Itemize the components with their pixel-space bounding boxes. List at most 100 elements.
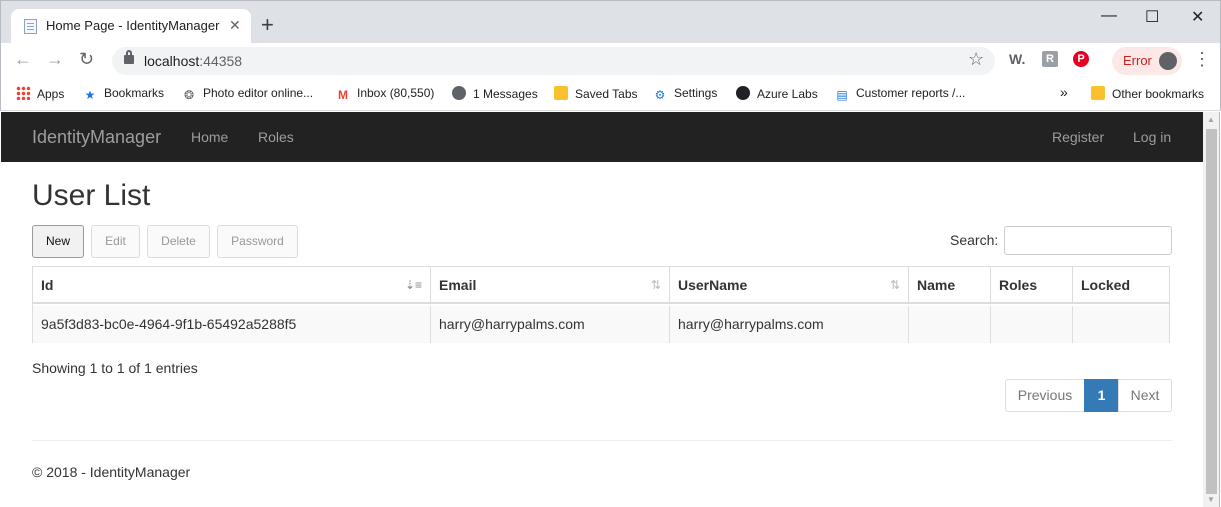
bookmark-label: Customer reports /... xyxy=(856,86,966,100)
footer-divider xyxy=(32,440,1172,441)
new-button[interactable]: New xyxy=(32,225,84,258)
apps-grid-icon xyxy=(16,86,30,100)
cell-locked[interactable] xyxy=(1073,306,1169,343)
edit-button[interactable]: Edit xyxy=(91,225,140,258)
extension-w-icon[interactable]: W. xyxy=(1009,51,1025,67)
bookmark-photo-editor[interactable]: ❂ Photo editor online... xyxy=(182,86,313,102)
column-header-id[interactable]: Id ⇣≡ xyxy=(33,267,431,304)
folder-icon xyxy=(554,86,568,100)
browser-tab-strip: Home Page - IdentityManager ✕ + — ☐ ✕ xyxy=(0,0,1221,44)
url-text[interactable]: localhost:44358 xyxy=(144,53,242,69)
pinterest-icon[interactable]: P xyxy=(1073,51,1089,67)
forward-icon[interactable]: → xyxy=(46,49,64,70)
extension-r-icon[interactable]: R xyxy=(1042,51,1058,67)
report-icon: ▤ xyxy=(836,88,848,102)
browser-tab[interactable]: Home Page - IdentityManager ✕ xyxy=(11,9,251,44)
profile-error-chip[interactable]: Error xyxy=(1112,47,1182,75)
bookmark-azure-labs[interactable]: Azure Labs xyxy=(736,86,818,101)
bookmark-star-icon[interactable]: ☆ xyxy=(968,49,984,70)
sort-icon: ⇅ xyxy=(650,278,661,292)
table-info: Showing 1 to 1 of 1 entries xyxy=(32,360,198,376)
user-table: Id ⇣≡ Email ⇅ UserName ⇅ Name Roles Locked … xyxy=(32,266,1170,343)
maximize-icon[interactable]: ☐ xyxy=(1145,7,1159,27)
bookmark-other[interactable]: Other bookmarks xyxy=(1091,86,1204,101)
bookmark-apps[interactable]: Apps xyxy=(16,86,64,101)
bookmark-label: 1 Messages xyxy=(473,87,538,101)
globe-icon xyxy=(452,86,466,100)
bookmark-label: Inbox (80,550) xyxy=(357,86,435,100)
url-host: localhost xyxy=(144,53,200,69)
close-window-icon[interactable]: ✕ xyxy=(1191,7,1204,27)
star-icon: ★ xyxy=(84,88,96,102)
site-navbar: IdentityManager Home Roles Register Log … xyxy=(1,112,1203,162)
bookmark-messages[interactable]: 1 Messages xyxy=(452,86,538,101)
sort-ascending-icon: ⇣≡ xyxy=(404,278,422,292)
cell-username[interactable]: harry@harrypalms.com xyxy=(670,306,909,343)
avatar-icon xyxy=(1159,52,1177,70)
nav-link-register[interactable]: Register xyxy=(1052,129,1104,145)
reload-icon[interactable]: ↻ xyxy=(79,49,94,70)
github-icon xyxy=(736,86,750,100)
delete-button[interactable]: Delete xyxy=(147,225,210,258)
header-label: Id xyxy=(41,277,54,293)
scroll-up-icon[interactable]: ▲ xyxy=(1207,115,1215,124)
search-label: Search: xyxy=(950,232,999,248)
scroll-down-icon[interactable]: ▼ xyxy=(1207,495,1215,504)
url-port: :44358 xyxy=(199,53,243,69)
bookmarks-overflow-icon[interactable]: » xyxy=(1060,84,1068,100)
minimize-icon[interactable]: — xyxy=(1101,7,1117,25)
gear-icon: ⚙ xyxy=(654,88,666,102)
password-button[interactable]: Password xyxy=(217,225,298,258)
photo-editor-icon: ❂ xyxy=(183,88,195,102)
page-viewport: IdentityManager Home Roles Register Log … xyxy=(1,112,1203,507)
new-tab-button[interactable]: + xyxy=(261,14,274,36)
navbar-brand[interactable]: IdentityManager xyxy=(32,127,161,148)
cell-name[interactable] xyxy=(909,306,991,343)
bookmark-label: Photo editor online... xyxy=(203,86,314,100)
column-header-roles: Roles xyxy=(991,267,1073,304)
folder-icon xyxy=(1091,86,1105,100)
tab-title: Home Page - IdentityManager xyxy=(46,18,220,33)
pagination-page-1[interactable]: 1 xyxy=(1084,379,1119,412)
cell-email[interactable]: harry@harrypalms.com xyxy=(431,306,670,343)
nav-link-home[interactable]: Home xyxy=(191,129,228,145)
scrollbar-thumb[interactable] xyxy=(1206,129,1217,494)
bookmark-label: Bookmarks xyxy=(104,86,165,100)
column-header-email[interactable]: Email ⇅ xyxy=(431,267,670,304)
bookmarks-bar: Apps ★ Bookmarks ❂ Photo editor online... … xyxy=(0,79,1221,111)
pagination-next[interactable]: Next xyxy=(1118,379,1172,412)
error-label: Error xyxy=(1123,53,1152,68)
nav-link-roles[interactable]: Roles xyxy=(258,129,294,145)
footer-text: © 2018 - IdentityManager xyxy=(32,464,191,480)
address-bar[interactable]: localhost:44358 ☆ xyxy=(112,47,995,75)
bookmark-label: Azure Labs xyxy=(757,87,818,101)
page-favicon-icon xyxy=(24,19,37,34)
bookmark-label: Apps xyxy=(37,87,65,101)
cell-id[interactable]: 9a5f3d83-bc0e-4964-9f1b-65492a5288f5 xyxy=(33,306,431,343)
page-title: User List xyxy=(32,179,151,212)
back-icon[interactable]: ← xyxy=(14,49,32,70)
close-tab-icon[interactable]: ✕ xyxy=(229,17,241,34)
column-header-name: Name xyxy=(909,267,991,304)
bookmark-label: Settings xyxy=(674,86,718,100)
header-label: Email xyxy=(439,277,477,293)
browser-toolbar: ← → ↻ localhost:44358 ☆ W. R P Error ⋮ xyxy=(0,43,1221,79)
bookmark-saved-tabs[interactable]: Saved Tabs xyxy=(554,86,638,101)
column-header-username[interactable]: UserName ⇅ xyxy=(670,267,909,304)
bookmark-bookmarks[interactable]: ★ Bookmarks xyxy=(83,86,164,102)
pagination-previous[interactable]: Previous xyxy=(1005,379,1085,412)
cell-roles[interactable] xyxy=(991,306,1073,343)
lock-icon[interactable] xyxy=(124,50,134,64)
bookmark-inbox[interactable]: M Inbox (80,550) xyxy=(336,86,434,102)
page-scrollbar[interactable]: ▲ ▼ xyxy=(1203,112,1220,507)
sort-icon: ⇅ xyxy=(889,278,900,292)
bookmark-label: Saved Tabs xyxy=(575,87,638,101)
bookmark-customer-reports[interactable]: ▤ Customer reports /... xyxy=(835,86,965,102)
browser-menu-icon[interactable]: ⋮ xyxy=(1193,49,1211,70)
bookmark-settings[interactable]: ⚙ Settings xyxy=(653,86,718,102)
gmail-icon: M xyxy=(338,88,348,102)
header-label: UserName xyxy=(678,277,748,293)
search-input[interactable] xyxy=(1004,226,1172,255)
nav-link-login[interactable]: Log in xyxy=(1133,129,1171,145)
column-header-locked: Locked xyxy=(1073,267,1169,304)
